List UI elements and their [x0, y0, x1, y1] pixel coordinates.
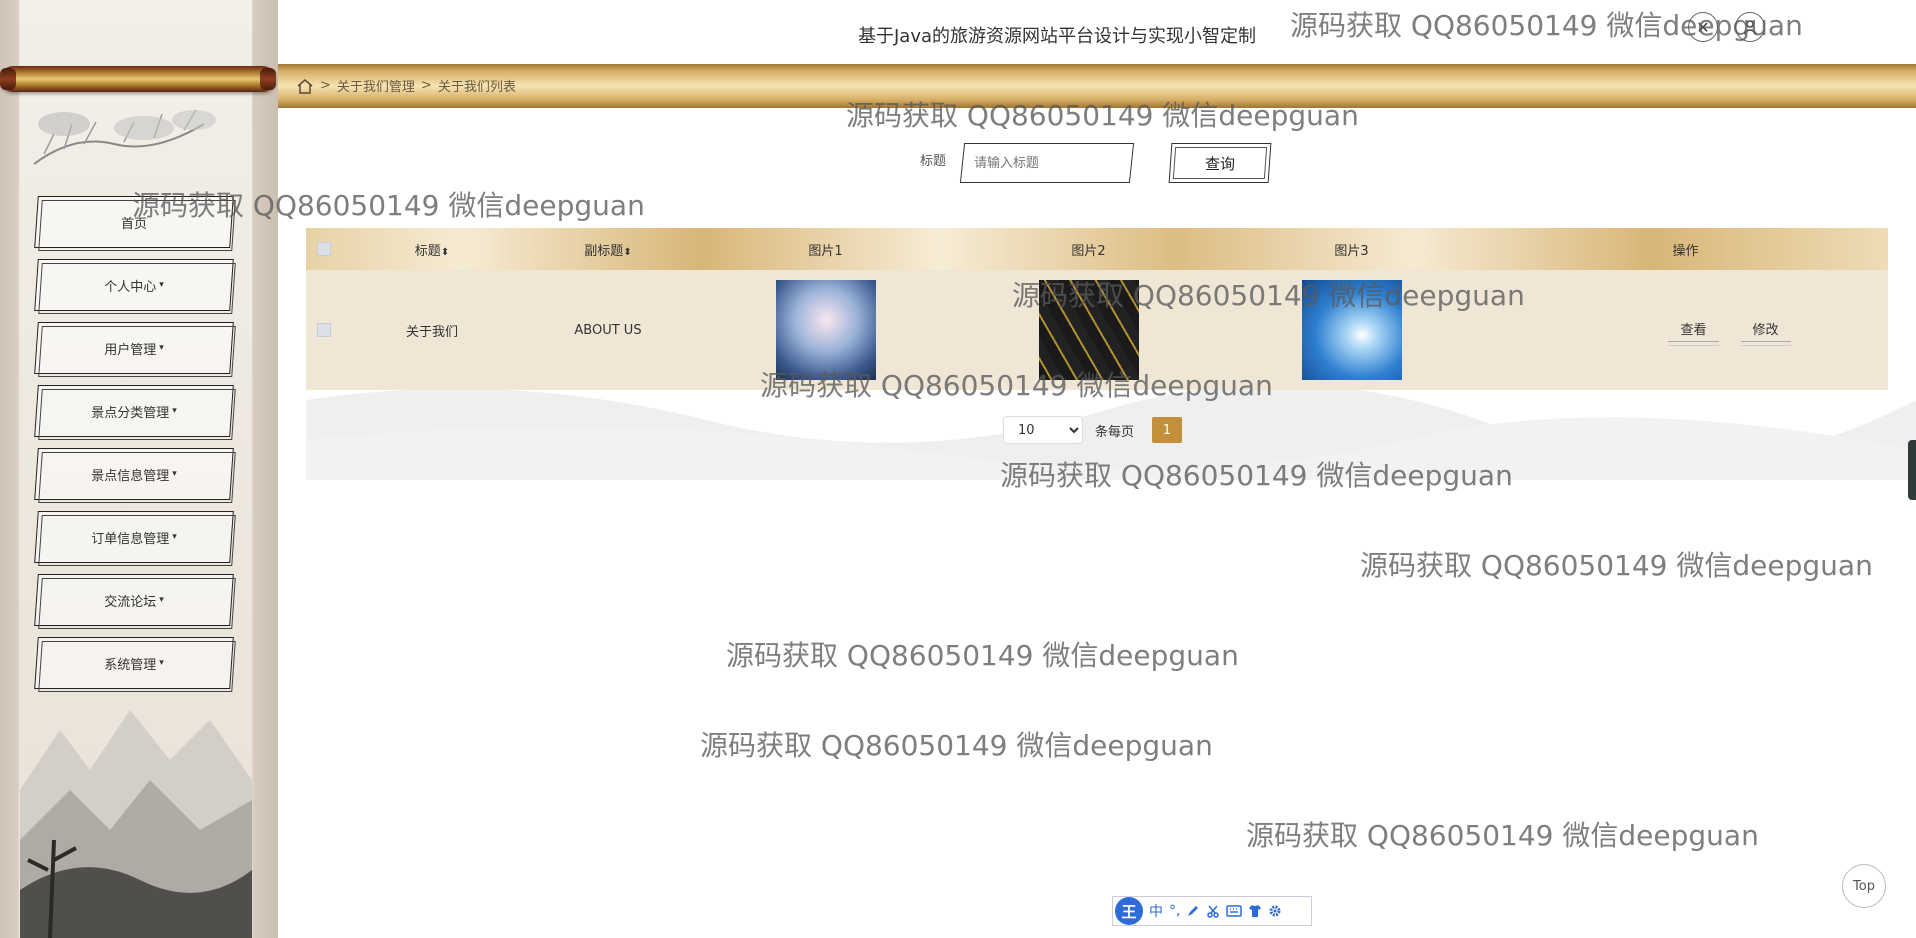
pagination: 10 条每页 1 — [1003, 416, 1183, 444]
sidebar-item-system-management[interactable]: 系统管理 ▾ — [36, 637, 232, 689]
header-subtitle[interactable]: 副标题⬍ — [522, 240, 694, 259]
search-input[interactable] — [974, 151, 1124, 175]
watermark: 源码获取 QQ86050149 微信deepguan — [726, 639, 1239, 672]
sidebar-item-label: 景点信息管理 — [91, 468, 170, 484]
about-table: 标题⬍ 副标题⬍ 图片1 图片2 图片3 操作 关于我们 ABOUT US 查看… — [306, 228, 1888, 390]
header-title-label: 标题 — [414, 243, 441, 259]
sidebar-menu: 首页 个人中心 ▾ 用户管理 ▾ 景点分类管理 ▾ 景点信息管理 ▾ 订单信息管理 ▾ 交… — [36, 196, 236, 700]
keyboard-icon[interactable] — [1226, 905, 1243, 917]
table-header: 标题⬍ 副标题⬍ 图片1 图片2 图片3 操作 — [306, 228, 1888, 270]
search-label: 标题 — [920, 154, 947, 169]
action-buttons: 查看 修改 — [1571, 315, 1888, 346]
cell-actions: 查看 修改 — [1483, 315, 1888, 346]
per-page-label: 条每页 — [1095, 424, 1135, 440]
pen-icon[interactable] — [1186, 904, 1200, 918]
sidebar-item-user-management[interactable]: 用户管理 ▾ — [36, 322, 232, 374]
sidebar-item-label: 订单信息管理 — [91, 531, 170, 547]
scissors-icon[interactable] — [1206, 904, 1220, 918]
back-to-top-button[interactable]: Top — [1842, 864, 1886, 908]
search-box — [962, 143, 1132, 183]
header-actions: 操作 — [1672, 243, 1699, 259]
caret-down-icon: ▾ — [172, 406, 177, 416]
ime-toolbar: 王 中 °, — [1112, 896, 1312, 926]
pine-painting — [33, 109, 216, 165]
user-glyph-icon — [1743, 20, 1757, 35]
sidebar-item-label: 用户管理 — [104, 342, 157, 358]
sidebar-item-label: 交流论坛 — [104, 594, 157, 610]
caret-down-icon: ▾ — [159, 595, 164, 605]
caret-down-icon: ▾ — [159, 658, 164, 668]
breadcrumb-separator: > — [320, 78, 331, 93]
sidebar-item-label: 首页 — [120, 216, 147, 232]
view-button[interactable]: 查看 — [1668, 315, 1719, 346]
sidebar-item-home[interactable]: 首页 — [36, 196, 232, 248]
sidebar-item-label: 系统管理 — [104, 657, 157, 673]
side-drawer-tab[interactable] — [1908, 440, 1916, 500]
table-row: 关于我们 ABOUT US 查看 修改 — [306, 270, 1888, 390]
select-all-checkbox[interactable] — [317, 242, 331, 256]
close-icon[interactable]: ✕ — [1688, 12, 1718, 42]
header-image2: 图片2 — [1071, 243, 1106, 259]
sidebar-item-scenic-category[interactable]: 景点分类管理 ▾ — [36, 385, 232, 437]
cell-image1 — [694, 280, 957, 380]
row-checkbox-cell — [306, 323, 342, 337]
header-title[interactable]: 标题⬍ — [342, 240, 522, 259]
search-button-label: 查询 — [1204, 154, 1235, 173]
header-band — [278, 64, 1916, 108]
mountain-painting — [20, 710, 252, 938]
watermark: 源码获取 QQ86050149 微信deepguan — [700, 729, 1213, 762]
cell-image2 — [957, 280, 1220, 380]
sidebar: 首页 个人中心 ▾ 用户管理 ▾ 景点分类管理 ▾ 景点信息管理 ▾ 订单信息管理 ▾ 交… — [0, 0, 278, 938]
sidebar-item-scenic-info[interactable]: 景点信息管理 ▾ — [36, 448, 232, 500]
cell-image3 — [1220, 280, 1483, 380]
breadcrumb: > 关于我们管理 > 关于我们列表 — [296, 76, 516, 95]
page-size-select[interactable]: 10 — [1003, 416, 1083, 444]
sort-icon[interactable]: ⬍ — [441, 247, 449, 258]
caret-down-icon: ▾ — [172, 469, 177, 479]
breadcrumb-separator: > — [420, 78, 432, 93]
breadcrumb-about-management[interactable]: 关于我们管理 — [337, 76, 415, 95]
ime-logo-icon[interactable]: 王 — [1115, 897, 1143, 925]
user-icon[interactable] — [1735, 12, 1765, 42]
watermark: 源码获取 QQ86050149 微信deepguan — [1360, 549, 1873, 582]
sidebar-item-order-info[interactable]: 订单信息管理 ▾ — [36, 511, 232, 563]
sidebar-item-personal-center[interactable]: 个人中心 ▾ — [36, 259, 232, 311]
breadcrumb-about-list: 关于我们列表 — [437, 80, 516, 95]
row-checkbox[interactable] — [317, 323, 331, 337]
caret-down-icon: ▾ — [159, 343, 164, 353]
page-button-current[interactable]: 1 — [1152, 417, 1183, 443]
sidebar-item-label: 景点分类管理 — [91, 405, 170, 421]
scroll-roller — [0, 66, 276, 92]
header-checkbox-cell — [306, 242, 342, 256]
header-image3: 图片3 — [1334, 243, 1369, 259]
watermark: 源码获取 QQ86050149 微信deepguan — [1246, 819, 1759, 852]
shirt-icon[interactable] — [1248, 904, 1262, 918]
cell-title: 关于我们 — [405, 324, 458, 340]
search-button[interactable]: 查询 — [1170, 143, 1270, 183]
image1-thumbnail[interactable] — [775, 280, 876, 380]
ime-mode-toggle[interactable]: 中 — [1149, 901, 1163, 921]
gear-icon[interactable] — [1268, 904, 1282, 918]
caret-down-icon: ▾ — [172, 532, 177, 542]
cell-subtitle: ABOUT US — [574, 322, 642, 338]
caret-down-icon: ▾ — [159, 280, 164, 290]
header-image1: 图片1 — [808, 243, 843, 259]
sidebar-item-label: 个人中心 — [104, 279, 157, 295]
sidebar-item-forum[interactable]: 交流论坛 ▾ — [36, 574, 232, 626]
edit-button[interactable]: 修改 — [1740, 315, 1791, 346]
home-icon[interactable] — [296, 77, 314, 95]
header-subtitle-label: 副标题 — [584, 243, 624, 259]
image3-thumbnail[interactable] — [1301, 280, 1402, 380]
sort-icon[interactable]: ⬍ — [623, 247, 631, 258]
ime-punctuation-toggle[interactable]: °, — [1169, 903, 1180, 919]
image2-thumbnail[interactable] — [1038, 280, 1139, 380]
site-title: 基于Java的旅游资源网站平台设计与实现小智定制 — [858, 26, 1257, 47]
